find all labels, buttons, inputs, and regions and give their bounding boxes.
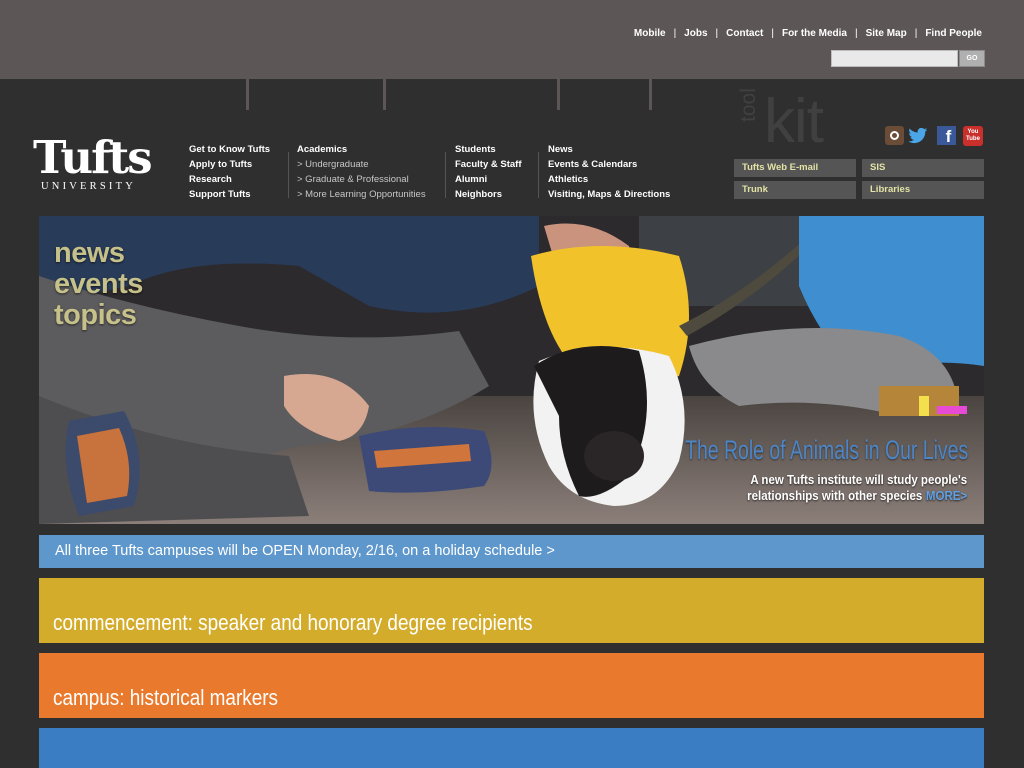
youtube-icon[interactable]: You Tube <box>963 126 983 146</box>
feature-third-panel[interactable] <box>39 728 984 768</box>
utility-separator: | <box>673 28 677 39</box>
top-utility-bar <box>0 0 1024 79</box>
nav-link-support-tufts[interactable]: Support Tufts <box>189 187 270 202</box>
feature-commencement[interactable]: commencement: speaker and honorary degre… <box>39 578 984 643</box>
utility-link-find-people[interactable]: Find People <box>925 28 982 39</box>
hero-nav-topics[interactable]: topics <box>54 300 143 331</box>
nav-link-news[interactable]: News <box>548 142 670 157</box>
feature-campus-text: campus: historical markers <box>53 685 279 710</box>
toolkit-link-web-email[interactable]: Tufts Web E-mail <box>734 159 856 177</box>
youtube-label-tube: Tube <box>966 136 980 142</box>
hero-nav-events[interactable]: events <box>54 269 143 300</box>
main-nav-column-2: Academics > Undergraduate > Graduate & P… <box>297 142 426 202</box>
logo-wordmark: Tufts <box>33 131 153 184</box>
hero-nav-news[interactable]: news <box>54 238 143 269</box>
feature-campus-historical-markers[interactable]: campus: historical markers <box>39 653 984 718</box>
tufts-logo[interactable]: Tufts UNIVERSITY <box>33 131 164 192</box>
nav-divider <box>288 152 289 198</box>
nav-divider <box>445 152 446 198</box>
nav-link-alumni[interactable]: Alumni <box>455 172 522 187</box>
utility-separator: | <box>914 28 918 39</box>
instagram-lens <box>890 131 899 140</box>
toolkit-link-libraries[interactable]: Libraries <box>862 181 984 199</box>
utility-separator: | <box>715 28 719 39</box>
youtube-label-you: You <box>967 129 979 135</box>
feature-commencement-text: commencement: speaker and honorary degre… <box>53 610 533 635</box>
utility-link-mobile[interactable]: Mobile <box>634 28 666 39</box>
toolkit-title-kit: kit <box>764 87 824 156</box>
nav-link-apply-to-tufts[interactable]: Apply to Tufts <box>189 157 270 172</box>
main-nav-column-3: Students Faculty & Staff Alumni Neighbor… <box>455 142 522 202</box>
hero-more-link[interactable]: MORE> <box>926 489 967 503</box>
site-search: GO <box>831 50 985 67</box>
nav-link-faculty-staff[interactable]: Faculty & Staff <box>455 157 522 172</box>
hero-caption-line-2: relationships with other species MORE> <box>747 488 967 504</box>
hero-caption-line-2-text: relationships with other species <box>746 489 923 503</box>
tab-dividers <box>0 79 1024 111</box>
nav-link-graduate-professional[interactable]: > Graduate & Professional <box>297 172 426 187</box>
hero-section-nav: news events topics <box>54 238 143 331</box>
nav-link-more-learning[interactable]: > More Learning Opportunities <box>297 187 426 202</box>
nav-link-events-calendars[interactable]: Events & Calendars <box>548 157 670 172</box>
nav-link-research[interactable]: Research <box>189 172 270 187</box>
utility-link-jobs[interactable]: Jobs <box>684 28 707 39</box>
utility-separator: | <box>854 28 858 39</box>
nav-link-athletics[interactable]: Athletics <box>548 172 670 187</box>
tab-divider <box>557 79 560 110</box>
hero-banner[interactable]: news events topics The Role of Animals i… <box>39 216 984 524</box>
toolkit-link-trunk[interactable]: Trunk <box>734 181 856 199</box>
hero-caption-line-1: A new Tufts institute will study people'… <box>750 473 967 487</box>
instagram-icon[interactable] <box>885 126 904 145</box>
main-nav-column-1: Get to Know Tufts Apply to Tufts Researc… <box>189 142 270 202</box>
toolkit-title-tool: tool <box>737 88 760 122</box>
nav-link-undergraduate[interactable]: > Undergraduate <box>297 157 426 172</box>
tab-divider <box>383 79 386 110</box>
utility-link-for-the-media[interactable]: For the Media <box>782 28 847 39</box>
search-input[interactable] <box>831 50 958 67</box>
twitter-bird-graphic <box>908 127 928 144</box>
toolkit-link-sis[interactable]: SIS <box>862 159 984 177</box>
facebook-icon[interactable]: f <box>937 126 956 146</box>
utility-nav: Mobile | Jobs | Contact | For the Media … <box>634 28 982 39</box>
nav-link-visiting-maps[interactable]: Visiting, Maps & Directions <box>548 187 670 202</box>
campus-alert-banner[interactable]: All three Tufts campuses will be OPEN Mo… <box>39 535 984 568</box>
tab-divider <box>246 79 249 110</box>
nav-link-get-to-know-tufts[interactable]: Get to Know Tufts <box>189 142 270 157</box>
nav-divider <box>538 152 539 198</box>
facebook-glyph: f <box>945 127 952 146</box>
main-nav-column-4: News Events & Calendars Athletics Visiti… <box>548 142 670 202</box>
twitter-icon[interactable] <box>908 126 928 146</box>
utility-link-site-map[interactable]: Site Map <box>866 28 907 39</box>
search-go-button[interactable]: GO <box>959 50 985 67</box>
nav-link-academics[interactable]: Academics <box>297 142 426 157</box>
utility-link-contact[interactable]: Contact <box>726 28 763 39</box>
utility-separator: | <box>771 28 774 39</box>
nav-link-neighbors[interactable]: Neighbors <box>455 187 522 202</box>
hero-headline[interactable]: The Role of Animals in Our Lives <box>685 435 968 465</box>
nav-link-students[interactable]: Students <box>455 142 522 157</box>
hero-caption: A new Tufts institute will study people'… <box>747 472 967 504</box>
tab-divider <box>649 79 652 110</box>
